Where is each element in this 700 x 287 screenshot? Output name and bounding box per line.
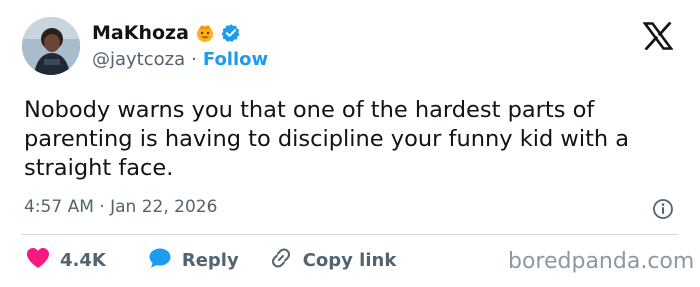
action-bar: 4.4K Reply Copy link	[26, 246, 396, 274]
meta-separator: ·	[99, 197, 105, 217]
author-handle[interactable]: @jaytcoza	[92, 49, 185, 70]
handle-separator: ·	[191, 48, 197, 70]
link-icon	[269, 246, 293, 275]
emoji-icon	[195, 23, 215, 43]
heart-icon	[26, 247, 50, 274]
avatar-image	[22, 17, 80, 75]
like-count: 4.4K	[60, 249, 106, 271]
info-icon[interactable]	[651, 197, 675, 221]
author-handle-row: @jaytcoza · Follow	[92, 47, 268, 71]
reply-bubble-icon	[148, 247, 172, 274]
x-logo-icon[interactable]	[640, 18, 676, 54]
avatar[interactable]	[22, 17, 80, 75]
watermark: boredpanda.com	[508, 249, 695, 274]
copy-link-button[interactable]: Copy link	[269, 246, 397, 275]
tweet-timestamp[interactable]: 4:57 AM · Jan 22, 2026	[24, 197, 217, 217]
reply-button[interactable]: Reply	[148, 247, 239, 274]
divider	[22, 234, 678, 235]
author-name[interactable]: MaKhoza	[92, 22, 189, 44]
verified-badge-icon	[221, 23, 241, 43]
like-button[interactable]: 4.4K	[26, 247, 106, 274]
tweet-text: Nobody warns you that one of the hardest…	[24, 97, 630, 181]
copy-link-label: Copy link	[302, 249, 397, 271]
tweet-date: Jan 22, 2026	[110, 197, 218, 217]
follow-button[interactable]: Follow	[203, 49, 268, 70]
author-name-row: MaKhoza	[92, 20, 241, 46]
reply-label: Reply	[181, 249, 239, 271]
tweet-time: 4:57 AM	[24, 197, 94, 217]
